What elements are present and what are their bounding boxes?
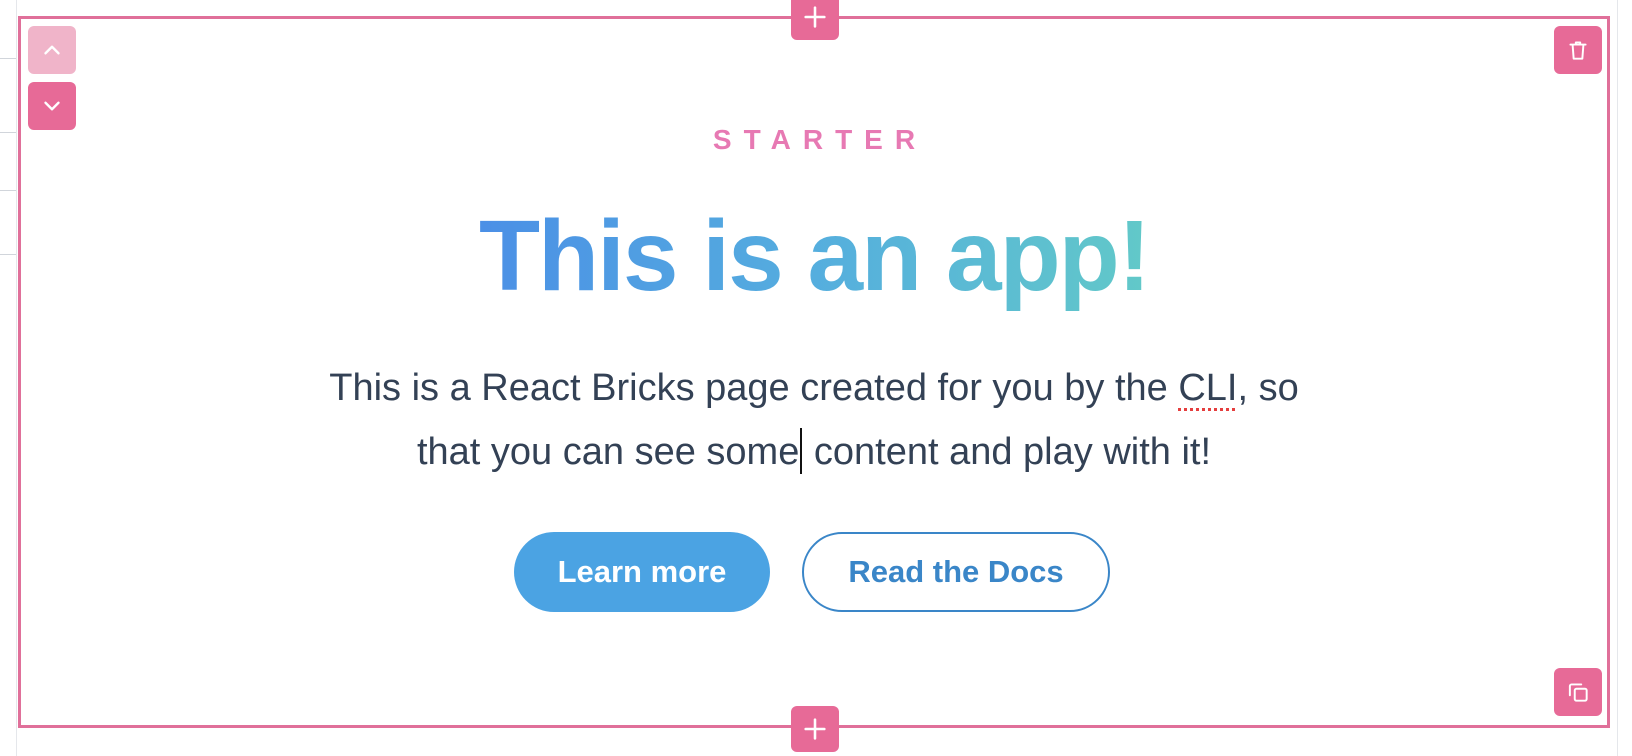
delete-block-button[interactable] (1554, 26, 1602, 74)
divider (0, 58, 16, 59)
read-docs-button[interactable]: Read the Docs (802, 532, 1110, 612)
left-panel-edge (0, 0, 17, 756)
spellcheck-word: CLI (1178, 367, 1238, 409)
learn-more-button[interactable]: Learn more (514, 532, 770, 612)
duplicate-block-button[interactable] (1554, 668, 1602, 716)
hero-title[interactable]: This is an app! (474, 196, 1154, 316)
plus-icon (804, 6, 826, 28)
divider (0, 190, 16, 191)
scrollbar[interactable] (1617, 0, 1632, 756)
chevron-down-icon (44, 101, 60, 111)
duplicate-icon (1568, 683, 1588, 702)
move-down-button[interactable] (28, 82, 76, 130)
hero-block[interactable]: STARTER This is an app! This is a React … (18, 16, 1610, 728)
eyebrow-text[interactable]: STARTER (18, 124, 1610, 156)
description-text: This is a React Bricks page created for … (329, 367, 1179, 409)
divider (0, 132, 16, 133)
hero-description[interactable]: This is a React Bricks page created for … (304, 356, 1324, 484)
trash-icon (1569, 41, 1587, 60)
add-block-below-button[interactable] (791, 706, 839, 752)
divider (0, 254, 16, 255)
chevron-up-icon (44, 45, 60, 55)
description-text: content and play with it! (803, 431, 1212, 473)
hero-buttons: Learn more Read the Docs (18, 532, 1610, 612)
move-up-button[interactable] (28, 26, 76, 74)
add-block-above-button[interactable] (791, 0, 839, 40)
plus-icon (804, 718, 826, 740)
